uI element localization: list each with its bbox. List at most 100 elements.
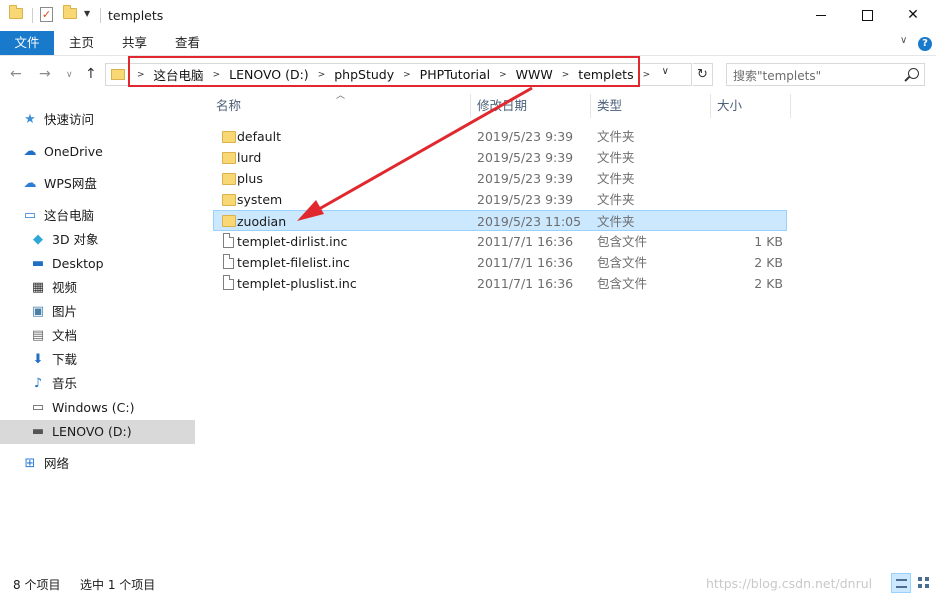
minimize-button[interactable] bbox=[798, 0, 844, 31]
drive-d-icon: ▬ bbox=[31, 423, 45, 439]
column-divider[interactable] bbox=[470, 94, 471, 118]
item-count: 8 个项目 bbox=[13, 578, 61, 592]
column-header-size[interactable]: 大小 bbox=[717, 94, 742, 118]
table-row[interactable]: templet-filelist.inc 2011/7/1 16:36 包含文件… bbox=[213, 252, 787, 273]
column-divider[interactable] bbox=[590, 94, 591, 118]
downloads-icon: ⬇ bbox=[32, 351, 44, 367]
nav-item-label: 快速访问 bbox=[44, 112, 95, 127]
folder-icon bbox=[222, 173, 236, 185]
table-row-selected[interactable]: zuodian 2019/5/23 11:05 文件夹 bbox=[213, 210, 787, 231]
forward-arrow-icon[interactable]: → bbox=[39, 66, 51, 82]
nav-pictures[interactable]: ▣ 图片 bbox=[30, 300, 192, 324]
nav-item-label: WPS网盘 bbox=[44, 176, 97, 191]
refresh-button[interactable]: ↻ bbox=[693, 63, 713, 86]
help-icon[interactable]: ? bbox=[918, 37, 932, 51]
maximize-button[interactable] bbox=[844, 0, 890, 31]
nav-item-label: OneDrive bbox=[44, 144, 103, 159]
tab-home[interactable]: 主页 bbox=[69, 31, 94, 55]
nav-downloads[interactable]: ⬇ 下载 bbox=[30, 348, 192, 372]
details-view-icon bbox=[896, 579, 907, 588]
chevron-right-icon[interactable]: > bbox=[643, 70, 651, 80]
nav-documents[interactable]: ▤ 文档 bbox=[30, 324, 192, 348]
file-type: 文件夹 bbox=[597, 129, 635, 144]
file-type: 文件夹 bbox=[597, 214, 635, 229]
file-icon bbox=[223, 233, 234, 248]
column-divider[interactable] bbox=[710, 94, 711, 118]
nav-item-label: 这台电脑 bbox=[44, 208, 95, 223]
nav-network[interactable]: ⊞ 网络 bbox=[22, 452, 192, 476]
file-modified: 2019/5/23 9:39 bbox=[477, 192, 574, 207]
search-input[interactable]: 搜索"templets" bbox=[733, 67, 821, 84]
nav-this-pc[interactable]: ▭ 这台电脑 bbox=[22, 204, 192, 228]
file-size: 2 KB bbox=[754, 276, 783, 291]
ribbon: 文件 主页 共享 查看 ∨ ? bbox=[0, 31, 936, 56]
nav-videos[interactable]: ▦ 视频 bbox=[30, 276, 192, 300]
annotation-highlight-box bbox=[128, 56, 640, 87]
network-icon: ⊞ bbox=[24, 455, 36, 471]
nav-quick-access[interactable]: ★ 快速访问 bbox=[22, 108, 192, 132]
tab-file[interactable]: 文件 bbox=[0, 31, 54, 55]
table-row[interactable]: templet-pluslist.inc 2011/7/1 16:36 包含文件… bbox=[213, 273, 787, 294]
new-folder-icon[interactable] bbox=[63, 5, 77, 19]
file-name: lurd bbox=[237, 150, 262, 165]
file-type: 文件夹 bbox=[597, 192, 635, 207]
nav-lenovo-d[interactable]: ▬ LENOVO (D:) bbox=[0, 420, 195, 444]
table-row[interactable]: default 2019/5/23 9:39 文件夹 bbox=[213, 126, 787, 147]
properties-icon[interactable]: ✓ bbox=[40, 7, 53, 22]
file-modified: 2019/5/23 9:39 bbox=[477, 129, 574, 144]
column-header-type[interactable]: 类型 bbox=[597, 94, 622, 118]
window-title: templets bbox=[108, 8, 164, 23]
up-arrow-icon[interactable]: ↑ bbox=[85, 66, 97, 82]
expand-ribbon-icon[interactable]: ∨ bbox=[900, 35, 907, 46]
file-name: default bbox=[237, 129, 281, 144]
file-icon bbox=[223, 275, 234, 290]
search-box[interactable]: 搜索"templets" bbox=[726, 63, 925, 86]
nav-music[interactable]: ♪ 音乐 bbox=[30, 372, 192, 396]
divider bbox=[100, 8, 101, 23]
file-name: system bbox=[237, 192, 283, 207]
drive-c-icon: ▭ bbox=[31, 399, 45, 415]
nav-item-label: 文档 bbox=[52, 328, 78, 343]
back-arrow-icon[interactable]: ← bbox=[10, 66, 22, 82]
file-type: 包含文件 bbox=[597, 234, 648, 249]
large-icons-view-button[interactable] bbox=[914, 573, 934, 593]
nav-item-label: Windows (C:) bbox=[52, 400, 135, 415]
nav-3d-objects[interactable]: ◆ 3D 对象 bbox=[30, 228, 192, 252]
documents-icon: ▤ bbox=[31, 327, 45, 343]
nav-item-label: 网络 bbox=[44, 456, 70, 471]
tab-view[interactable]: 查看 bbox=[175, 31, 200, 55]
column-divider[interactable] bbox=[790, 94, 791, 118]
table-row[interactable]: system 2019/5/23 9:39 文件夹 bbox=[213, 189, 787, 210]
nav-item-label: 视频 bbox=[52, 280, 78, 295]
nav-windows-c[interactable]: ▭ Windows (C:) bbox=[30, 396, 192, 420]
folder-icon bbox=[111, 69, 125, 80]
nav-onedrive[interactable]: ☁ OneDrive bbox=[22, 140, 192, 164]
desktop-icon: ▬ bbox=[31, 255, 45, 271]
recent-locations-icon[interactable]: ∨ bbox=[66, 70, 73, 80]
customize-quick-access-icon[interactable]: ▼ bbox=[84, 9, 90, 18]
table-row[interactable]: templet-dirlist.inc 2011/7/1 16:36 包含文件 … bbox=[213, 231, 787, 252]
divider bbox=[32, 8, 33, 23]
column-header-modified[interactable]: 修改日期 bbox=[477, 94, 527, 118]
table-row[interactable]: plus 2019/5/23 9:39 文件夹 bbox=[213, 168, 787, 189]
nav-item-label: Desktop bbox=[52, 256, 104, 271]
computer-icon: ▭ bbox=[23, 207, 37, 223]
details-view-button[interactable] bbox=[891, 573, 911, 593]
search-icon[interactable] bbox=[908, 68, 919, 79]
nav-wps-cloud[interactable]: ☁ WPS网盘 bbox=[22, 172, 192, 196]
column-header-name[interactable]: 名称 bbox=[216, 94, 241, 118]
table-row[interactable]: lurd 2019/5/23 9:39 文件夹 bbox=[213, 147, 787, 168]
nav-item-label: 图片 bbox=[52, 304, 78, 319]
close-button[interactable]: ✕ bbox=[890, 0, 936, 31]
tab-share[interactable]: 共享 bbox=[122, 31, 147, 55]
file-modified: 2011/7/1 16:36 bbox=[477, 276, 574, 291]
file-size: 1 KB bbox=[754, 234, 783, 249]
title-bar: ✓ ▼ templets ✕ bbox=[0, 0, 936, 31]
file-name: templet-dirlist.inc bbox=[237, 234, 348, 249]
address-history-icon[interactable]: ∨ bbox=[662, 66, 669, 77]
watermark: https://blog.csdn.net/dnrul bbox=[706, 576, 873, 591]
nav-desktop[interactable]: ▬ Desktop bbox=[30, 252, 192, 276]
file-name: templet-pluslist.inc bbox=[237, 276, 357, 291]
file-modified: 2019/5/23 9:39 bbox=[477, 171, 574, 186]
sort-ascending-icon: ︿ bbox=[336, 91, 346, 101]
